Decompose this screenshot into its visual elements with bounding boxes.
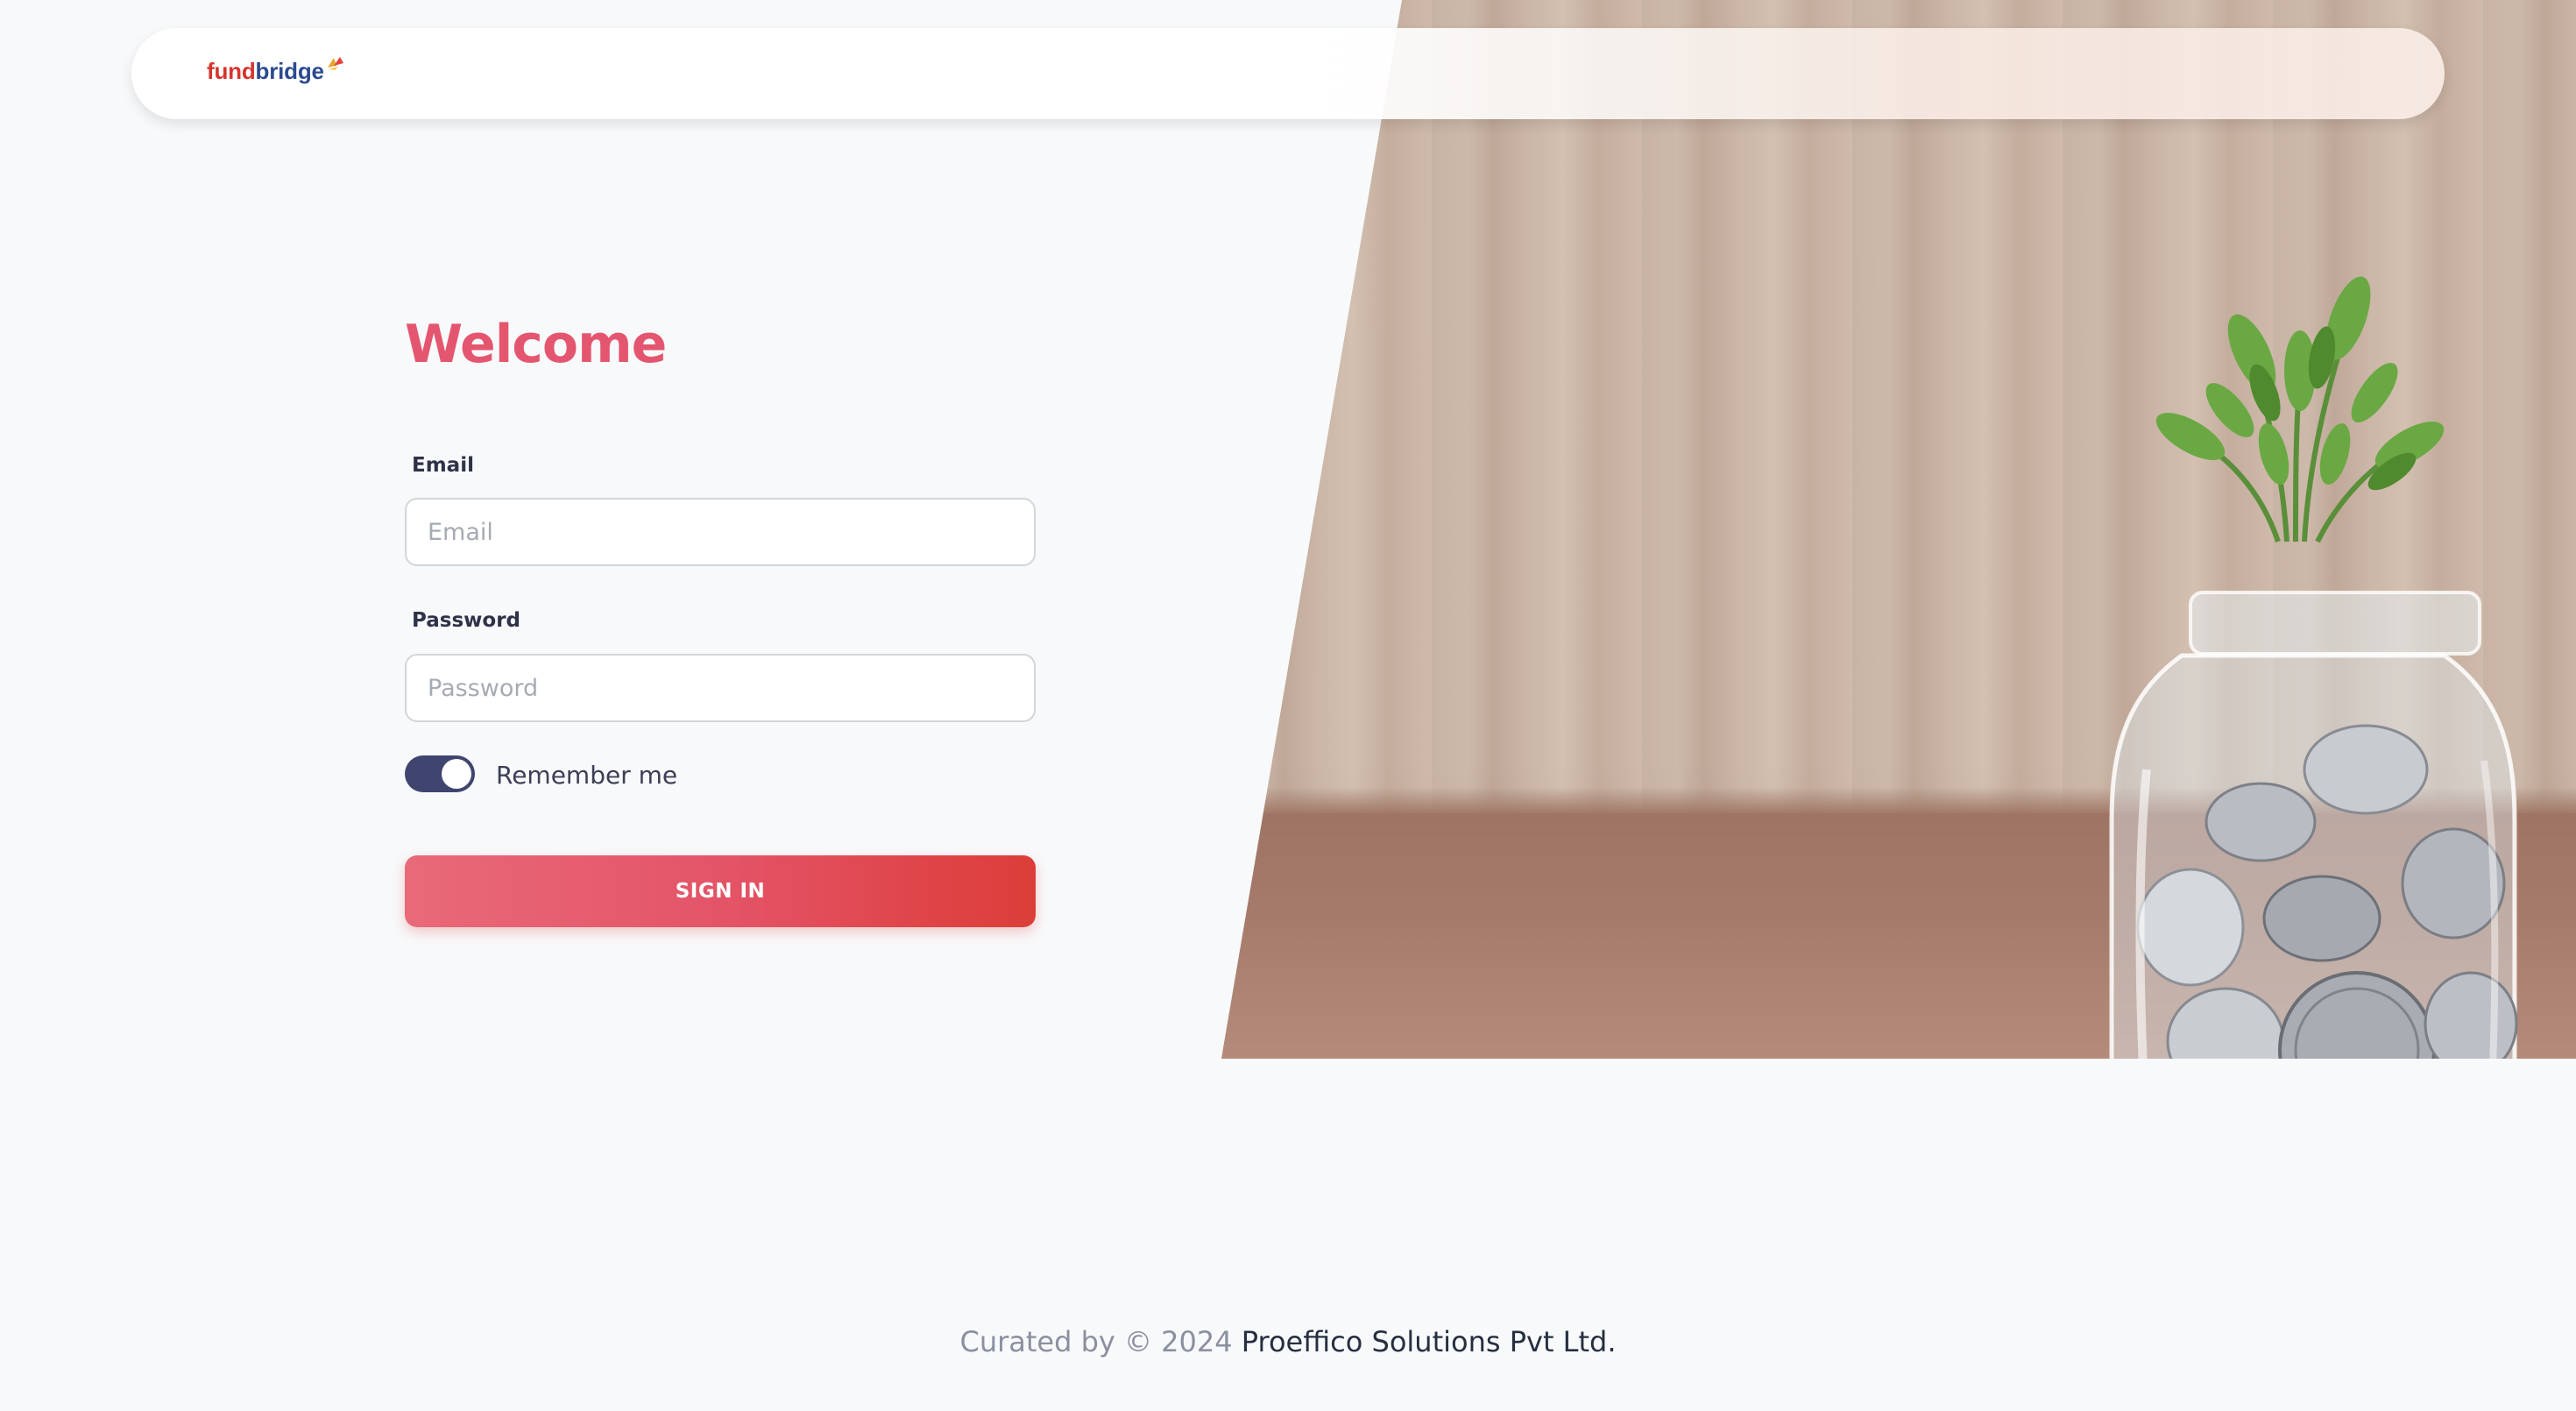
toggle-knob (442, 759, 471, 789)
sign-in-page: fundbridge Welcome Email Password Rememb… (0, 0, 2576, 1411)
email-input[interactable] (405, 498, 1036, 566)
plant-jar-icon (2109, 276, 2518, 1059)
logo-text-fund: fund (207, 58, 256, 84)
password-input[interactable] (405, 654, 1036, 722)
fundbridge-logo[interactable]: fund bridge (207, 56, 345, 85)
remember-me-label[interactable]: Remember me (496, 761, 677, 790)
hero-image (1221, 0, 2576, 1059)
footer-copyright: Curated by © 2024 (959, 1325, 1233, 1358)
leaf-spark-icon (327, 56, 343, 70)
footer: Curated by © 2024 Proeffico Solutions Pv… (0, 1325, 2576, 1358)
footer-company-link[interactable]: Proeffico Solutions Pvt Ltd. (1242, 1325, 1617, 1358)
coin-jar-image (2085, 156, 2541, 1059)
password-label: Password (412, 609, 520, 632)
remember-me-toggle[interactable] (405, 755, 475, 792)
page-title: Welcome (405, 314, 667, 375)
email-label: Email (412, 454, 474, 477)
sign-in-button[interactable]: SIGN IN (405, 855, 1036, 927)
logo-text-bridge: bridge (255, 58, 324, 84)
top-navbar: fund bridge (131, 28, 2445, 119)
